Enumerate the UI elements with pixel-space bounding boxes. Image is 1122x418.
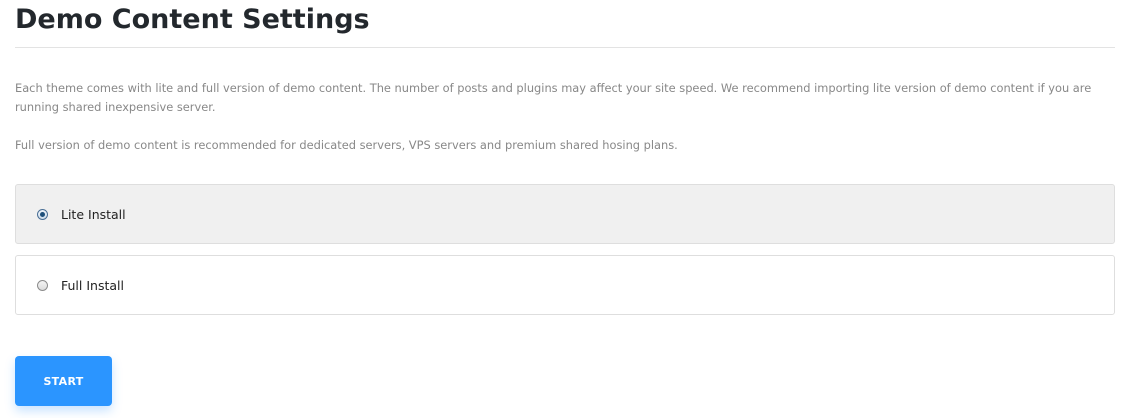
lite-install-label[interactable]: Lite Install: [61, 206, 126, 223]
description-full-recommendation: Full version of demo content is recommen…: [15, 138, 678, 152]
description-lite-vs-full: Each theme comes with lite and full vers…: [15, 81, 1092, 114]
option-full-install[interactable]: Full Install: [15, 255, 1115, 315]
start-button[interactable]: START: [15, 356, 112, 406]
page-title: Demo Content Settings: [15, 4, 370, 35]
option-lite-install[interactable]: Lite Install: [15, 184, 1115, 244]
demo-content-settings-page: Demo Content Settings Each theme comes w…: [0, 0, 1122, 418]
lite-install-radio[interactable]: [37, 209, 48, 220]
full-install-radio[interactable]: [37, 280, 48, 291]
title-divider: [15, 47, 1115, 48]
full-install-label[interactable]: Full Install: [61, 277, 124, 294]
